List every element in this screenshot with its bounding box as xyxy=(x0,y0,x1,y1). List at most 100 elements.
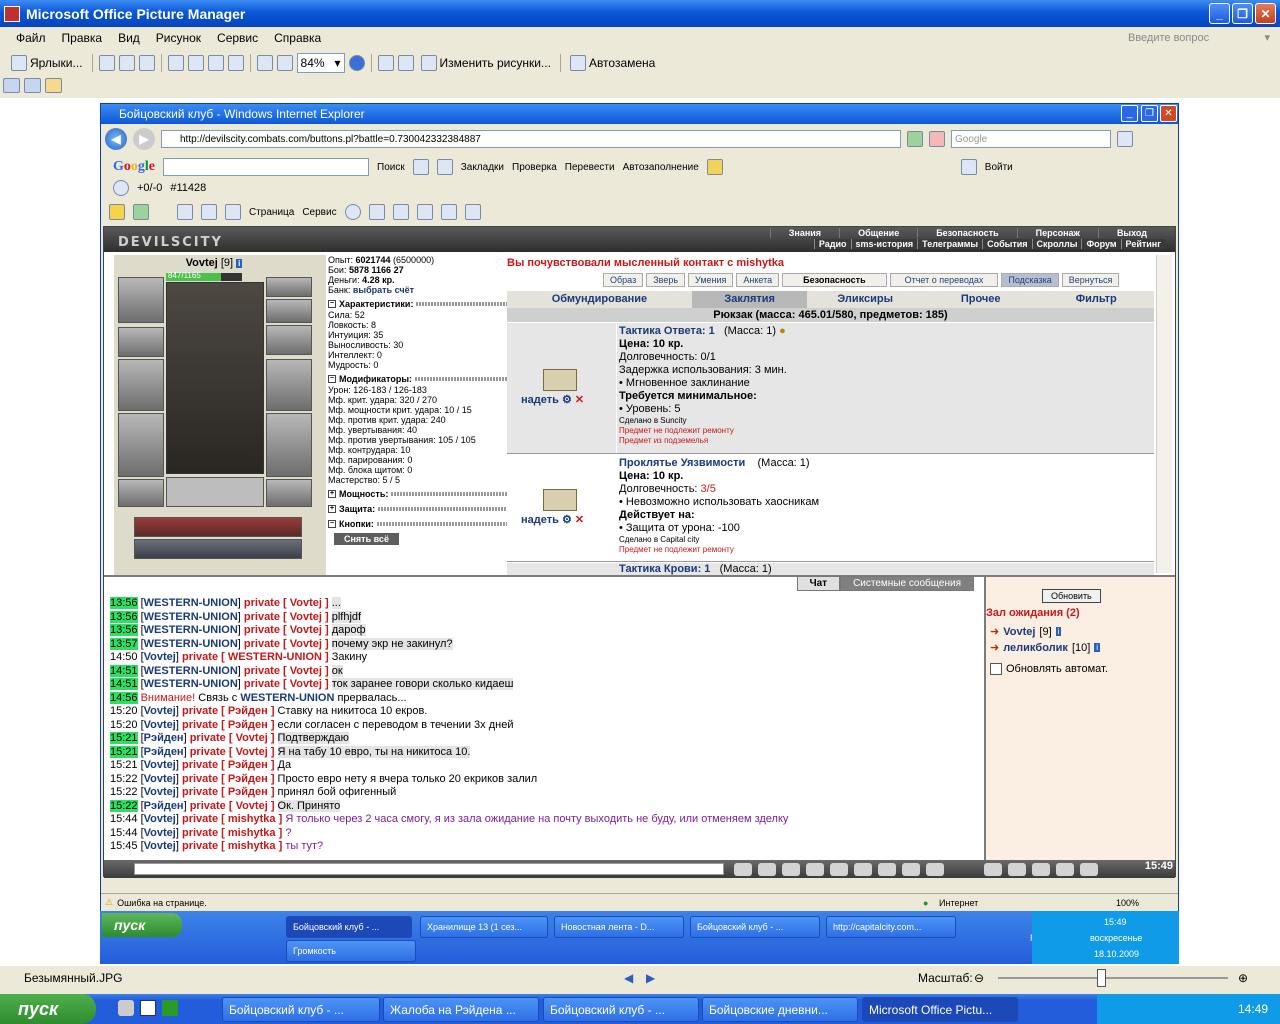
zoom-out-icon[interactable]: ⊖ xyxy=(974,971,984,985)
section-buttons[interactable]: − Кнопки: xyxy=(328,518,508,530)
chat-recipient[interactable]: Vovtej xyxy=(290,597,322,609)
nav-knowledge[interactable]: Знания xyxy=(769,228,839,238)
wrench-icon[interactable] xyxy=(960,159,977,175)
scroll-icon[interactable] xyxy=(1008,862,1026,876)
zoom-slider-handle[interactable] xyxy=(1097,969,1106,987)
addon-icon-3[interactable] xyxy=(416,204,433,220)
character-avatar[interactable] xyxy=(166,282,264,474)
tab-security[interactable]: Безопасность xyxy=(782,273,887,287)
nav-forum[interactable]: Форум xyxy=(1081,239,1120,249)
inspect-icon[interactable]: ⚙ xyxy=(562,514,572,526)
ie-close-button[interactable]: ✕ xyxy=(1160,105,1177,122)
spell-slots-row-1[interactable] xyxy=(134,517,302,537)
tab-equipment[interactable]: Обмундирование xyxy=(507,291,692,308)
chat-recipient[interactable]: Vovtej xyxy=(290,624,322,636)
chat-sender[interactable]: WESTERN-UNION xyxy=(144,624,238,636)
taskbar-button[interactable]: Microsoft Office Pictu... xyxy=(862,997,1018,1022)
menu-picture[interactable]: Рисунок xyxy=(148,31,209,45)
chat-recipient[interactable]: Рэйден xyxy=(228,786,268,798)
page-menu[interactable]: Страница xyxy=(249,207,294,218)
offhand-slot[interactable] xyxy=(266,359,312,411)
section-characteristics[interactable]: − Характеристики: xyxy=(328,298,508,310)
autofill-button[interactable]: Автозаполнение xyxy=(623,162,699,173)
chat-timestamp[interactable]: 15:20 xyxy=(110,705,138,717)
nav-character[interactable]: Персонаж xyxy=(1016,228,1098,238)
popup-blocker-icon[interactable] xyxy=(436,159,453,175)
auto-refresh-checkbox[interactable] xyxy=(990,663,1002,675)
zoom-slider[interactable] xyxy=(998,977,1228,979)
chat-sender[interactable]: Vovtej xyxy=(144,759,176,771)
delete-icon[interactable] xyxy=(227,55,244,71)
info-icon[interactable]: i xyxy=(1055,627,1062,636)
nav-scrolls[interactable]: Скроллы xyxy=(1031,239,1082,249)
zoom-select[interactable]: 84% ▾ xyxy=(296,53,345,73)
chat-recipient[interactable]: Рэйден xyxy=(228,705,268,717)
tab-elixirs[interactable]: Эликсиры xyxy=(807,291,923,308)
nav-communication[interactable]: Общение xyxy=(839,228,917,238)
thumbnail-view-icon[interactable] xyxy=(3,78,20,93)
print-icon[interactable] xyxy=(225,204,241,220)
tab-filter[interactable]: Фильтр xyxy=(1038,291,1154,308)
chat-sender[interactable]: Vovtej xyxy=(144,813,176,825)
nav-security[interactable]: Безопасность xyxy=(917,228,1016,238)
chat-input[interactable] xyxy=(134,863,724,875)
chat-sender[interactable]: WESTERN-UNION xyxy=(144,678,238,690)
plus-icon[interactable] xyxy=(412,159,429,175)
bookmarks-button[interactable]: Закладки xyxy=(461,162,504,173)
chat-recipient[interactable]: Vovtej xyxy=(290,611,322,623)
inner-taskbar-button[interactable]: Бойцовский клуб - ... xyxy=(690,916,820,938)
chat-nick[interactable]: WESTERN-UNION xyxy=(240,692,334,704)
taskbar-button[interactable]: Бойцовский клуб - ... xyxy=(543,997,699,1022)
chat-recipient[interactable]: Vovtej xyxy=(236,800,268,812)
chat-timestamp[interactable]: 13:57 xyxy=(110,637,138,650)
section-protection[interactable]: + Защита: xyxy=(328,503,508,515)
amulet-slot[interactable] xyxy=(266,277,312,297)
eraser-icon[interactable] xyxy=(758,862,776,876)
addon-icon-2[interactable] xyxy=(392,204,409,220)
redo-icon[interactable] xyxy=(276,55,293,71)
home-icon[interactable] xyxy=(177,204,193,220)
inventory-scrollbar[interactable] xyxy=(1156,255,1172,573)
close-button[interactable]: ✕ xyxy=(1255,3,1276,24)
chat-timestamp[interactable]: 13:56 xyxy=(110,624,138,636)
menu-file[interactable]: Файл xyxy=(8,31,54,45)
translit-icon[interactable] xyxy=(854,862,872,876)
rings-slot[interactable] xyxy=(266,299,312,323)
walk-icon[interactable] xyxy=(830,862,848,876)
favorites-star-icon[interactable] xyxy=(109,204,125,220)
inner-taskbar-button[interactable]: http://capitalcity.com... xyxy=(826,916,956,938)
google-search-input[interactable] xyxy=(163,158,369,176)
addon-icon-4[interactable] xyxy=(440,204,457,220)
delete-icon[interactable]: ✕ xyxy=(575,514,584,526)
chat-timestamp[interactable]: 15:44 xyxy=(110,813,138,825)
chat-sender[interactable]: Рэйден xyxy=(144,800,184,812)
rotate-right-icon[interactable] xyxy=(397,55,414,71)
chat-sender[interactable]: WESTERN-UNION xyxy=(144,597,238,609)
chat-timestamp[interactable]: 15:22 xyxy=(110,799,138,812)
globe-icon[interactable] xyxy=(113,180,129,196)
menu-tools[interactable]: Сервис xyxy=(209,31,266,45)
highlighter-icon[interactable] xyxy=(706,159,723,175)
restore-button[interactable]: ❐ xyxy=(1232,3,1253,24)
chat-timestamp[interactable]: 14:51 xyxy=(110,678,138,690)
volume-button[interactable]: Громкость xyxy=(286,940,416,962)
chat-sender[interactable]: Vovtej xyxy=(144,840,176,852)
refresh-button[interactable]: Обновить xyxy=(1042,589,1101,603)
chat-timestamp[interactable]: 14:56 xyxy=(110,691,138,704)
tab-return[interactable]: Вернуться xyxy=(1061,273,1120,287)
chat-timestamp[interactable]: 14:50 xyxy=(110,651,138,663)
tab-hint[interactable]: Подсказка xyxy=(1001,273,1059,287)
chat-recipient[interactable]: Рэйден xyxy=(228,759,268,771)
exit-icon[interactable] xyxy=(1080,862,1098,876)
wear-button[interactable]: надеть ⚙ ✕ xyxy=(521,513,584,526)
forward-icon[interactable]: ▶ xyxy=(133,128,155,150)
quicklaunch-icon-2[interactable] xyxy=(140,1000,156,1016)
tab-other[interactable]: Прочее xyxy=(923,291,1039,308)
next-picture-icon[interactable]: ▶ xyxy=(646,971,655,985)
chat-sender[interactable]: Рэйден xyxy=(144,746,184,758)
player-name[interactable]: леликболик xyxy=(1003,642,1068,654)
bank-link[interactable]: выбрать счёт xyxy=(353,285,414,295)
translate-button[interactable]: Перевести xyxy=(565,162,615,173)
delete-icon[interactable]: ✕ xyxy=(575,394,584,406)
boots-slot[interactable] xyxy=(266,479,312,507)
